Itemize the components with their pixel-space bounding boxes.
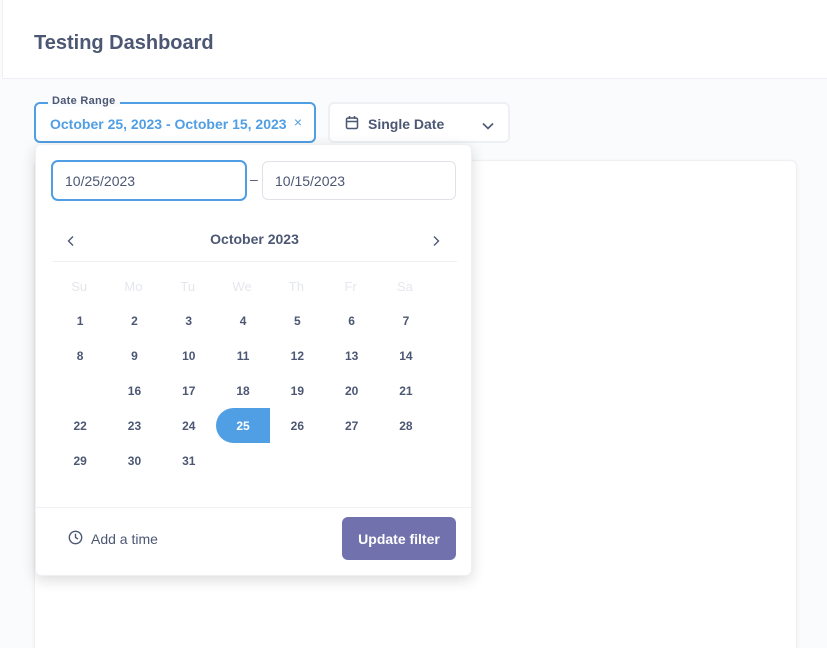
weekday-header: Su Mo Tu We Th Fr Sa xyxy=(52,279,432,297)
date-picker-popover: – October 2023 Su Mo Tu We Th Fr Sa 1234… xyxy=(35,144,473,576)
weekday-label: Sa xyxy=(396,279,413,294)
date-separator: – xyxy=(250,171,258,187)
date-range-value: October 25, 2023 - October 15, 2023 xyxy=(50,116,287,132)
add-time-button[interactable]: Add a time xyxy=(68,529,158,549)
weekday-label: Tu xyxy=(180,279,196,294)
calendar-day[interactable]: 30 xyxy=(107,443,161,478)
calendar-divider xyxy=(52,261,457,262)
chevron-down-icon xyxy=(482,117,494,135)
calendar-day[interactable]: 6 xyxy=(324,303,378,338)
clock-icon xyxy=(68,530,83,548)
add-time-label: Add a time xyxy=(91,531,158,547)
calendar-day[interactable]: 23 xyxy=(107,408,161,443)
calendar-empty-cell xyxy=(324,443,378,478)
calendar-day[interactable]: 17 xyxy=(162,373,216,408)
calendar-day[interactable]: 5 xyxy=(270,303,324,338)
calendar-day[interactable]: 28 xyxy=(379,408,433,443)
weekday-label: Th xyxy=(288,279,304,294)
calendar-day[interactable]: 2 xyxy=(107,303,161,338)
chevron-right-icon[interactable] xyxy=(426,231,446,251)
clear-icon[interactable]: × xyxy=(294,114,302,130)
footer-divider xyxy=(36,507,473,508)
calendar-day[interactable]: 9 xyxy=(107,338,161,373)
calendar-days-grid: 1 2 3 4 5 6 7 8 9 10 11 12 13 14 16 17 18 19 20 21 22 23 24 25 2… xyxy=(53,303,433,478)
calendar-day[interactable]: 12 xyxy=(270,338,324,373)
calendar-day[interactable]: 1 xyxy=(53,303,107,338)
calendar-day-selected[interactable]: 25 xyxy=(215,408,271,443)
calendar-empty-cell xyxy=(53,373,107,408)
page-title: Testing Dashboard xyxy=(34,32,214,54)
calendar-day[interactable]: 27 xyxy=(324,408,378,443)
calendar-day[interactable]: 7 xyxy=(379,303,433,338)
calendar-day[interactable]: 3 xyxy=(162,303,216,338)
calendar-day[interactable]: 26 xyxy=(270,408,324,443)
month-label: October 2023 xyxy=(210,231,299,247)
calendar-icon xyxy=(345,115,359,135)
calendar-day[interactable]: 4 xyxy=(216,303,270,338)
calendar-day[interactable]: 10 xyxy=(162,338,216,373)
single-date-label: Single Date xyxy=(368,116,445,132)
date-range-filter[interactable]: Date Range October 25, 2023 - October 15… xyxy=(34,95,316,143)
calendar-empty-cell xyxy=(270,443,324,478)
date-range-legend: Date Range xyxy=(48,95,120,107)
weekday-label: Fr xyxy=(344,279,357,294)
weekday-label: Su xyxy=(71,279,88,294)
calendar-day[interactable]: 13 xyxy=(324,338,378,373)
calendar-day[interactable]: 8 xyxy=(53,338,107,373)
calendar-day[interactable]: 21 xyxy=(379,373,433,408)
calendar-day[interactable]: 19 xyxy=(270,373,324,408)
start-date-input[interactable] xyxy=(52,161,246,200)
update-filter-button[interactable]: Update filter xyxy=(342,517,456,560)
calendar-day[interactable]: 22 xyxy=(53,408,107,443)
calendar-day[interactable]: 29 xyxy=(53,443,107,478)
weekday-label: Mo xyxy=(124,279,143,294)
single-date-filter[interactable]: Single Date xyxy=(328,102,510,143)
calendar-day[interactable]: 14 xyxy=(379,338,433,373)
calendar-empty-cell xyxy=(379,443,433,478)
weekday-label: We xyxy=(232,279,252,294)
calendar-day[interactable]: 18 xyxy=(216,373,270,408)
calendar-day[interactable]: 31 xyxy=(162,443,216,478)
calendar-day[interactable]: 11 xyxy=(216,338,270,373)
end-date-input[interactable] xyxy=(262,161,456,200)
calendar-day[interactable]: 24 xyxy=(162,408,216,443)
calendar-day[interactable]: 20 xyxy=(324,373,378,408)
calendar-empty-cell xyxy=(216,443,270,478)
calendar-day[interactable]: 16 xyxy=(107,373,161,408)
